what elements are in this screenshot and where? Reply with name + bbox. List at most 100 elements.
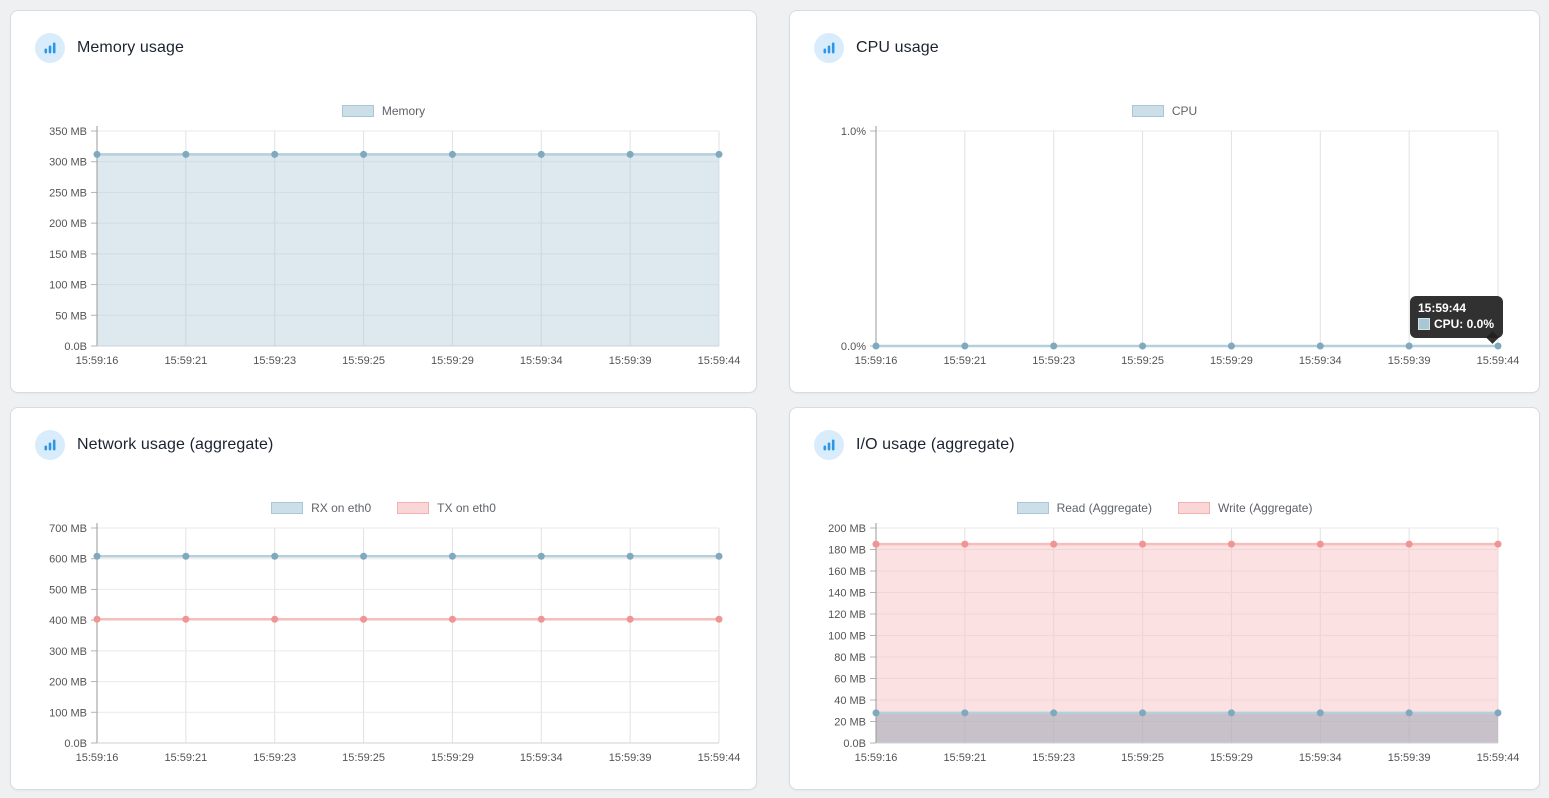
cpu-usage-panel: CPU usage CPU 1.0% 0.0% 15:59:16 15:59:21 15… (789, 10, 1540, 393)
svg-text:15:59:16: 15:59:16 (855, 752, 898, 764)
svg-text:15:59:23: 15:59:23 (1032, 752, 1075, 764)
svg-text:80 MB: 80 MB (834, 652, 866, 664)
legend-swatch (397, 502, 430, 514)
legend-item-write-aggregate-[interactable]: Write (Aggregate) (1177, 501, 1313, 515)
legend-swatch (1131, 105, 1164, 117)
svg-text:150 MB: 150 MB (49, 249, 87, 261)
chart-tooltip: 15:59:44 CPU: 0.0% (1409, 296, 1503, 344)
legend-item-rx-on-eth0[interactable]: RX on eth0 (271, 501, 371, 515)
svg-text:15:59:29: 15:59:29 (431, 355, 474, 367)
svg-text:50 MB: 50 MB (55, 310, 87, 322)
svg-text:300 MB: 300 MB (49, 646, 87, 658)
svg-text:180 MB: 180 MB (828, 545, 866, 557)
tooltip-time: 15:59:44 (1417, 301, 1467, 315)
svg-text:200 MB: 200 MB (828, 523, 866, 535)
tooltip-series-swatch (1417, 318, 1430, 330)
svg-text:15:59:21: 15:59:21 (943, 752, 986, 764)
chart-block: RX on eth0 TX on eth0 700 MB 600 MB 500 MB 4… (11, 500, 756, 773)
svg-text:15:59:23: 15:59:23 (253, 752, 296, 764)
svg-text:15:59:39: 15:59:39 (609, 752, 652, 764)
svg-text:15:59:39: 15:59:39 (1388, 752, 1431, 764)
svg-text:15:59:29: 15:59:29 (431, 752, 474, 764)
svg-text:15:59:16: 15:59:16 (76, 752, 119, 764)
legend-item-cpu[interactable]: CPU (1131, 104, 1198, 118)
chart-block: Read (Aggregate) Write (Aggregate) 200 MB… (790, 500, 1539, 773)
svg-text:100 MB: 100 MB (49, 280, 87, 292)
legend-label: Write (Aggregate) (1217, 501, 1313, 515)
legend-label: Memory (381, 104, 426, 118)
svg-text:1.0%: 1.0% (841, 126, 866, 138)
svg-text:15:59:44: 15:59:44 (698, 752, 741, 764)
svg-text:15:59:34: 15:59:34 (520, 752, 563, 764)
svg-text:15:59:21: 15:59:21 (164, 752, 207, 764)
legend-swatch (1177, 502, 1210, 514)
svg-text:15:59:29: 15:59:29 (1210, 355, 1253, 367)
svg-text:500 MB: 500 MB (49, 584, 87, 596)
monitoring-dashboard: Memory usage Memory 350 MB 300 MB 250 MB 20… (0, 0, 1549, 798)
legend-swatch (1016, 502, 1049, 514)
tooltip-value: CPU: 0.0% (1433, 317, 1494, 331)
legend-item-read-aggregate-[interactable]: Read (Aggregate) (1016, 501, 1152, 515)
chart-legend: Read (Aggregate) Write (Aggregate) (790, 500, 1539, 516)
legend-item-tx-on-eth0[interactable]: TX on eth0 (397, 501, 496, 515)
legend-label: Read (Aggregate) (1056, 501, 1152, 515)
svg-text:600 MB: 600 MB (49, 554, 87, 566)
legend-label: RX on eth0 (311, 501, 372, 515)
svg-text:0.0B: 0.0B (64, 341, 87, 353)
io-usage-chart[interactable]: 200 MB 180 MB 160 MB 140 MB 120 MB 100 MB 80 M… (794, 518, 1524, 773)
svg-text:100 MB: 100 MB (828, 631, 866, 643)
svg-text:15:59:25: 15:59:25 (342, 752, 385, 764)
svg-text:160 MB: 160 MB (828, 566, 866, 578)
legend-swatch (271, 502, 304, 514)
panel-header: I/O usage (aggregate) (790, 408, 1539, 460)
svg-text:15:59:44: 15:59:44 (1477, 752, 1520, 764)
svg-text:0.0B: 0.0B (64, 738, 87, 750)
svg-text:15:59:29: 15:59:29 (1210, 752, 1253, 764)
svg-text:60 MB: 60 MB (834, 674, 866, 686)
svg-text:15:59:39: 15:59:39 (1388, 355, 1431, 367)
svg-text:15:59:44: 15:59:44 (1477, 355, 1520, 367)
panel-title: Network usage (aggregate) (77, 436, 274, 453)
svg-text:15:59:34: 15:59:34 (1299, 355, 1342, 367)
svg-text:350 MB: 350 MB (49, 126, 87, 138)
chart-legend: CPU (790, 103, 1539, 119)
chart-legend: Memory (11, 103, 756, 119)
svg-text:15:59:25: 15:59:25 (1121, 355, 1164, 367)
bar-chart-icon (814, 430, 844, 460)
svg-text:200 MB: 200 MB (49, 218, 87, 230)
legend-label: TX on eth0 (437, 501, 496, 515)
svg-text:700 MB: 700 MB (49, 523, 87, 535)
svg-text:20 MB: 20 MB (834, 717, 866, 729)
panel-header: Memory usage (11, 11, 756, 63)
bar-chart-icon (35, 430, 65, 460)
legend-item-memory[interactable]: Memory (341, 104, 426, 118)
memory-usage-panel: Memory usage Memory 350 MB 300 MB 250 MB 20… (10, 10, 757, 393)
svg-text:40 MB: 40 MB (834, 695, 866, 707)
panel-title: I/O usage (aggregate) (856, 436, 1015, 453)
svg-text:15:59:34: 15:59:34 (520, 355, 563, 367)
svg-text:140 MB: 140 MB (828, 588, 866, 600)
svg-text:15:59:23: 15:59:23 (253, 355, 296, 367)
svg-text:0.0B: 0.0B (843, 738, 866, 750)
legend-swatch (341, 105, 374, 117)
svg-text:400 MB: 400 MB (49, 615, 87, 627)
memory-usage-chart[interactable]: 350 MB 300 MB 250 MB 200 MB 150 MB 100 MB 50 M… (15, 121, 745, 376)
svg-text:15:59:23: 15:59:23 (1032, 355, 1075, 367)
legend-label: CPU (1171, 104, 1198, 118)
bar-chart-icon (814, 33, 844, 63)
svg-text:15:59:16: 15:59:16 (855, 355, 898, 367)
io-usage-panel: I/O usage (aggregate) Read (Aggregate) Wr… (789, 407, 1540, 790)
svg-text:15:59:21: 15:59:21 (164, 355, 207, 367)
svg-text:0.0%: 0.0% (841, 341, 866, 353)
svg-text:100 MB: 100 MB (49, 707, 87, 719)
network-usage-panel: Network usage (aggregate) RX on eth0 TX o… (10, 407, 757, 790)
network-usage-chart[interactable]: 700 MB 600 MB 500 MB 400 MB 300 MB 200 MB 100 … (15, 518, 745, 773)
svg-text:15:59:25: 15:59:25 (1121, 752, 1164, 764)
svg-text:15:59:39: 15:59:39 (609, 355, 652, 367)
svg-text:15:59:34: 15:59:34 (1299, 752, 1342, 764)
svg-text:15:59:25: 15:59:25 (342, 355, 385, 367)
chart-legend: RX on eth0 TX on eth0 (11, 500, 756, 516)
chart-block: Memory 350 MB 300 MB 250 MB 200 MB 150 MB 100… (11, 103, 756, 376)
panel-title: Memory usage (77, 39, 185, 56)
svg-text:15:59:16: 15:59:16 (76, 355, 119, 367)
